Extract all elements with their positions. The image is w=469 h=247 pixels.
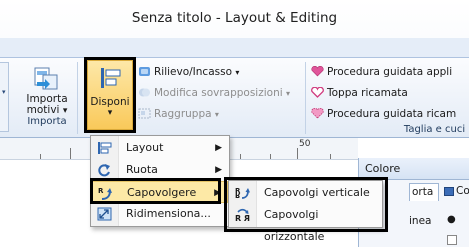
checkbox[interactable] [447,235,457,245]
panel-tab-1[interactable]: orta [409,183,439,201]
modify-overlap-button[interactable]: Modifica sovrapposizioni ▾ [138,87,290,99]
embroidered-patch-label: Toppa ricamata [327,87,408,99]
group-label: Raggruppa [154,108,212,120]
applique-wizard-label: Procedura guidata appli [327,66,453,78]
heart-outline-icon [311,86,324,98]
modify-overlap-label: Modifica sovrapposizioni [154,87,283,99]
embroidered-patch-button[interactable]: Toppa ricamata [311,86,408,99]
layout-icon [97,141,112,155]
resize-icon [97,207,112,221]
overlap-icon [138,87,151,98]
dropdown-arrow-icon: ▾ [2,88,6,96]
ribbon-separator [77,62,78,134]
dropdown-arrow-icon: ▾ [286,89,291,98]
highlight-frame [90,178,221,204]
embroidery-wizard-label: Procedura guidata ricam [327,108,457,120]
panel-tab-2[interactable]: Co [443,183,469,201]
import-group: Importa motivi ▾ Importa [19,60,75,130]
import-motifs-button[interactable]: Importa motivi ▾ [23,94,71,117]
submenu-arrow-icon: ▶ [215,143,222,153]
import-motifs-label-2: motivi [26,104,60,116]
cut-sew-group-label: Taglia e cuci [403,124,466,135]
relief-emboss-button[interactable]: Rilievo/Incasso ▾ [138,66,239,78]
dropdown-arrow-icon: ▾ [235,68,240,77]
menu-item-layout-label: Layout [126,141,164,154]
heart-icon [311,65,324,77]
color-table-icon [444,187,454,196]
rotate-icon [97,163,112,177]
highlight-frame [224,177,388,232]
panel-tab-2-label: Co [456,185,469,197]
menu-item-layout[interactable]: Layout ▶ [92,137,228,159]
embroidery-wizard-button[interactable]: Procedura guidata ricam [311,107,457,120]
menu-item-resize[interactable]: Ridimensiona... [92,203,228,225]
dropdown-arrow-icon: ▾ [214,110,219,119]
import-group-label: Importa [27,116,67,127]
window-title: Senza titolo - Layout & Editing [131,10,338,26]
import-motifs-icon [33,65,59,91]
radio-button[interactable]: ● [447,214,456,225]
panel-row-label: inea [409,215,432,227]
highlight-frame [84,57,136,133]
ribbon-tab-row [0,38,469,58]
heart-stitch-icon [311,107,324,119]
ribbon-group-collapsed[interactable] [0,62,9,132]
group-button[interactable]: Raggruppa ▾ [138,108,219,120]
relief-emboss-label: Rilievo/Incasso [154,66,233,78]
group-icon [138,108,151,119]
relief-icon [138,66,151,77]
color-panel-title: Colore [365,162,401,175]
dropdown-arrow-icon: ▾ [62,106,68,116]
ruler-label-50: 50 [299,139,311,149]
panel-tab-1-label: orta [412,186,434,198]
menu-item-resize-label: Ridimensiona... [126,207,211,220]
applique-wizard-button[interactable]: Procedura guidata appli [311,65,453,78]
ribbon-separator [305,62,306,134]
